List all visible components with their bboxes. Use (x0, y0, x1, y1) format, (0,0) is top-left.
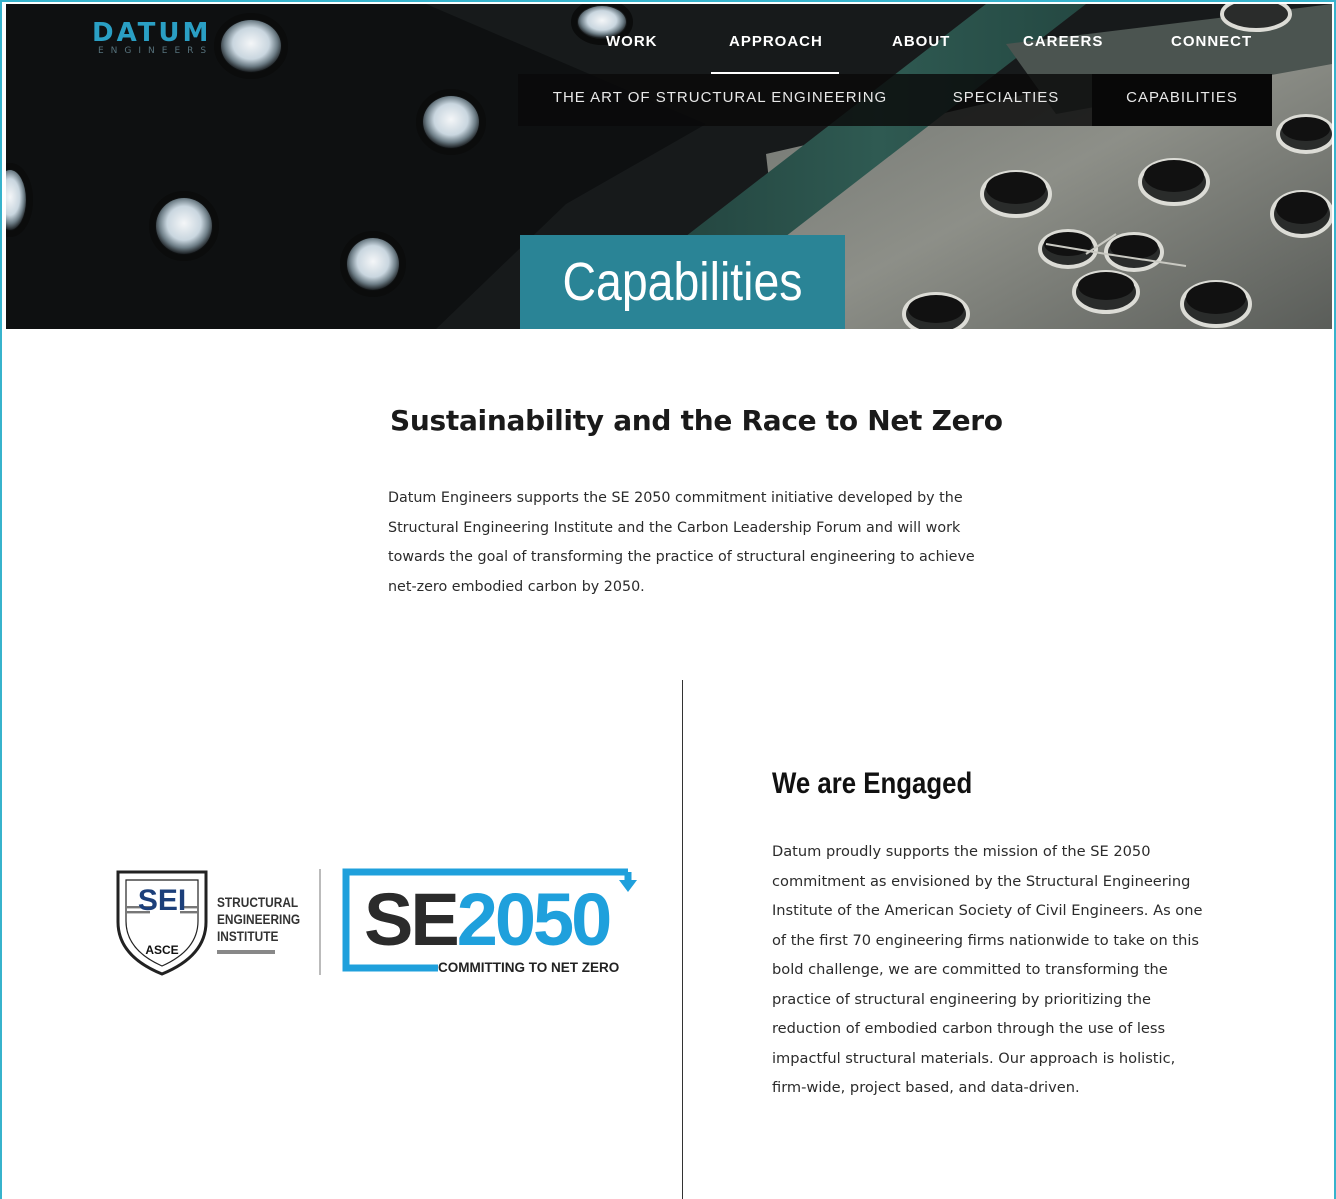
main-nav: WORK APPROACH ABOUT CAREERS CONNECT (6, 33, 1332, 57)
nav-connect[interactable]: CONNECT (1171, 33, 1252, 50)
subnav-capabilities[interactable]: CAPABILITIES (1092, 74, 1272, 126)
engaged-paragraph: Datum proudly supports the mission of th… (772, 843, 1203, 1096)
se2050-year: 2050 (456, 878, 613, 961)
sei-rule (217, 950, 275, 954)
nav-careers[interactable]: CAREERS (1023, 33, 1103, 50)
page-title-box: Capabilities (520, 235, 845, 329)
column-divider (682, 680, 683, 1199)
sei-shield-icon: SEI ASCE (116, 870, 208, 976)
sei-label-text: STRUCTURAL ENGINEERING INSTITUTE (217, 895, 301, 944)
sei-badge-text: SEI (138, 884, 186, 917)
nav-work[interactable]: WORK (606, 33, 658, 50)
logo-separator (319, 869, 321, 975)
nav-approach[interactable]: APPROACH (729, 33, 823, 50)
se2050-tagline: COMMITTING TO NET ZERO (438, 960, 620, 975)
engaged-heading: We are Engaged (772, 767, 973, 800)
subnav-art-of-structural-engineering[interactable]: THE ART OF STRUCTURAL ENGINEERING (518, 74, 922, 126)
page-title: Capabilities (562, 252, 803, 312)
subnav-specialties[interactable]: SPECIALTIES (922, 74, 1090, 126)
asce-badge-text: ASCE (145, 943, 178, 957)
sei-label: STRUCTURAL ENGINEERING INSTITUTE (217, 894, 301, 945)
intro-paragraph: Datum Engineers supports the SE 2050 com… (388, 490, 975, 595)
approach-subnav: THE ART OF STRUCTURAL ENGINEERING SPECIA… (518, 74, 1272, 126)
se2050-wordmark: SE2050 (364, 878, 613, 961)
hero-banner: DATUM ENGINEERS WORK APPROACH ABOUT CARE… (6, 4, 1332, 329)
section-heading: Sustainability and the Race to Net Zero (390, 404, 1003, 437)
se2050-prefix: SE (364, 878, 460, 961)
nav-about[interactable]: ABOUT (892, 33, 950, 50)
partner-logos: SEI ASCE STRUCTURAL ENGINEERING INSTITUT… (112, 866, 660, 978)
